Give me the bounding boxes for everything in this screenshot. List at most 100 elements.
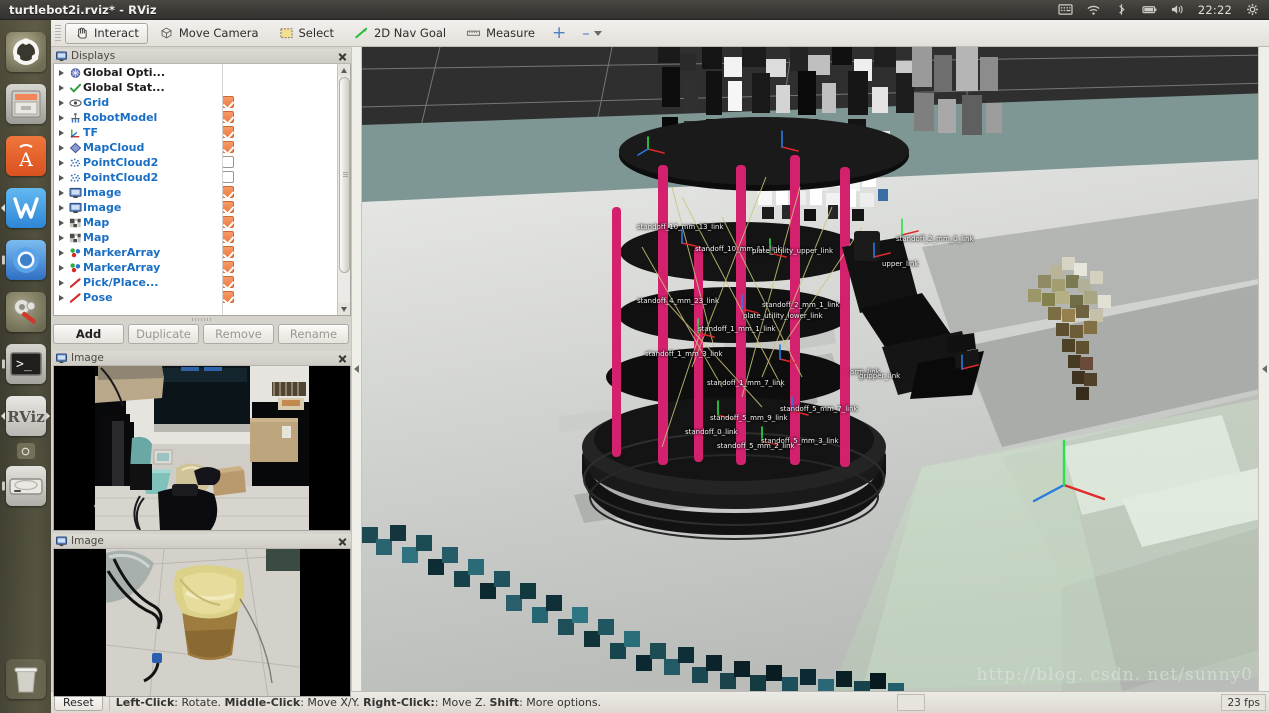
launcher-item-rviz-indicator (0, 442, 51, 460)
launcher-item-ubuntu-software[interactable]: A (0, 130, 51, 182)
display-item-checkbox[interactable] (222, 171, 234, 183)
tool-measure-button[interactable]: Measure (457, 23, 544, 44)
expand-arrow-icon[interactable] (54, 279, 68, 286)
duplicate-display-button[interactable]: Duplicate (128, 324, 199, 344)
markerarray-icon (68, 261, 83, 274)
display-item-markerarray[interactable]: MarkerArray (54, 260, 337, 275)
tool-select-button[interactable]: Select (270, 23, 343, 44)
image-panel-1-view[interactable] (53, 366, 351, 531)
launcher-item-ubuntu-dash[interactable] (0, 26, 51, 78)
remove-tool-button[interactable]: – (574, 26, 590, 41)
launcher-item-rviz[interactable]: RViz (0, 390, 51, 442)
remove-display-button[interactable]: Remove (203, 324, 274, 344)
expand-arrow-icon[interactable] (54, 174, 68, 181)
expand-arrow-icon[interactable] (54, 129, 68, 136)
keyboard-icon[interactable] (1058, 3, 1073, 16)
expand-arrow-icon[interactable] (54, 294, 68, 301)
gear-icon[interactable] (1245, 3, 1260, 16)
scroll-up-icon[interactable] (337, 64, 350, 76)
display-item-checkbox[interactable] (222, 186, 234, 198)
window-title: turtlebot2i.rviz* - RViz (9, 2, 157, 17)
tool-label: Interact (94, 26, 139, 40)
scrollbar-thumb[interactable] (339, 77, 350, 273)
toolbar-grip[interactable] (55, 24, 61, 42)
display-item-label: Grid (83, 96, 110, 109)
display-item-mapcloud[interactable]: MapCloud (54, 140, 337, 155)
rename-display-button[interactable]: Rename (278, 324, 349, 344)
launcher-item-chromium[interactable] (0, 234, 51, 286)
chevron-down-icon[interactable] (593, 30, 602, 36)
display-item-checkbox[interactable] (222, 291, 234, 303)
launcher-item-system-settings[interactable] (0, 286, 51, 338)
expand-arrow-icon[interactable] (54, 219, 68, 226)
display-item-checkbox[interactable] (222, 126, 234, 138)
terminal-icon: >_ (5, 344, 46, 384)
close-icon[interactable] (337, 536, 348, 547)
expand-arrow-icon[interactable] (54, 114, 68, 121)
launcher-item-wps-writer[interactable] (0, 182, 51, 234)
display-item-checkbox[interactable] (222, 96, 234, 108)
3d-viewport[interactable]: standoff_10_mm_13_link standoff_10_mm_11_… (362, 47, 1269, 691)
image-icon (68, 186, 83, 199)
display-item-checkbox[interactable] (222, 246, 234, 258)
wifi-icon[interactable] (1086, 3, 1101, 16)
display-item-checkbox[interactable] (222, 141, 234, 153)
expand-arrow-icon[interactable] (54, 234, 68, 241)
tool-interact-button[interactable]: Interact (65, 22, 148, 44)
grid-icon (68, 96, 83, 109)
display-item-tf[interactable]: TF (54, 125, 337, 140)
display-item-pointcloud2[interactable]: PointCloud2 (54, 155, 337, 170)
image-panel-2-view[interactable] (53, 549, 351, 697)
expand-arrow-icon[interactable] (54, 159, 68, 166)
display-item-robotmodel[interactable]: RobotModel (54, 110, 337, 125)
displays-scrollbar[interactable] (337, 64, 350, 315)
expand-arrow-icon[interactable] (54, 84, 68, 91)
tool-move-camera-button[interactable]: Move Camera (150, 23, 268, 44)
display-item-grid[interactable]: Grid (54, 95, 337, 110)
display-item-image[interactable]: Image (54, 185, 337, 200)
launcher-item-disk[interactable] (0, 460, 51, 512)
nav-goal-arrow-icon (355, 27, 368, 39)
launcher-item-trash[interactable] (0, 653, 51, 705)
display-item-global-opti[interactable]: Global Opti... (54, 65, 337, 80)
display-item-checkbox[interactable] (222, 111, 234, 123)
expand-arrow-icon[interactable] (54, 264, 68, 271)
launcher-item-files[interactable] (0, 78, 51, 130)
display-item-pointcloud2[interactable]: PointCloud2 (54, 170, 337, 185)
display-item-checkbox[interactable] (222, 156, 234, 168)
rviz-main-window: Interact Move Camera Select 2D Nav Goal … (51, 20, 1269, 713)
tool-2d-nav-goal-button[interactable]: 2D Nav Goal (345, 23, 455, 44)
bluetooth-icon[interactable] (1114, 3, 1129, 16)
display-item-checkbox[interactable] (222, 276, 234, 288)
svg-text:>_: >_ (16, 357, 32, 372)
close-icon[interactable] (337, 51, 348, 62)
display-item-image[interactable]: Image (54, 200, 337, 215)
expand-arrow-icon[interactable] (54, 69, 68, 76)
display-item-markerarray[interactable]: MarkerArray (54, 245, 337, 260)
display-item-pick-place[interactable]: Pick/Place... (54, 275, 337, 290)
close-icon[interactable] (337, 353, 348, 364)
display-item-global-stat[interactable]: Global Stat... (54, 80, 337, 95)
display-item-checkbox[interactable] (222, 231, 234, 243)
add-tool-button[interactable]: + (546, 25, 572, 42)
expand-arrow-icon[interactable] (54, 144, 68, 151)
battery-icon[interactable] (1142, 3, 1157, 16)
displays-tree[interactable]: Global Opti... Global Stat... Grid RobotMod… (53, 64, 351, 316)
scroll-down-icon[interactable] (337, 303, 350, 315)
display-item-map[interactable]: Map (54, 215, 337, 230)
launcher-item-terminal[interactable]: >_ (0, 338, 51, 390)
display-item-checkbox[interactable] (222, 261, 234, 273)
expand-arrow-icon[interactable] (54, 204, 68, 211)
expand-arrow-icon[interactable] (54, 189, 68, 196)
expand-arrow-icon[interactable] (54, 99, 68, 106)
viewport-right-handle[interactable] (1258, 47, 1269, 691)
display-item-checkbox[interactable] (222, 216, 234, 228)
display-item-checkbox[interactable] (222, 201, 234, 213)
volume-icon[interactable] (1170, 3, 1185, 16)
add-display-button[interactable]: Add (53, 324, 124, 344)
expand-arrow-icon[interactable] (54, 249, 68, 256)
display-item-pose[interactable]: Pose (54, 290, 337, 305)
display-item-map[interactable]: Map (54, 230, 337, 245)
dock-splitter[interactable] (351, 47, 362, 691)
clock[interactable]: 22:22 (1198, 3, 1232, 17)
